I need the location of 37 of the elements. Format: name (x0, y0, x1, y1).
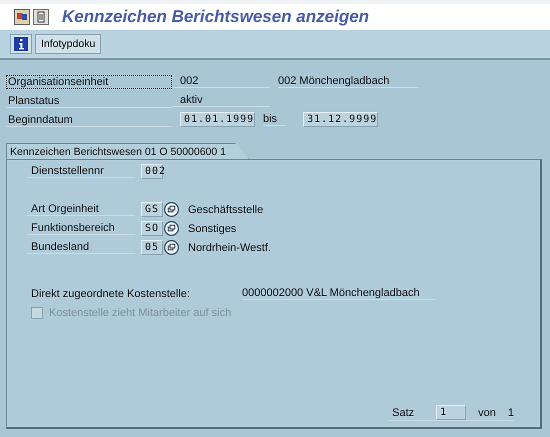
checkbox-label: Kostenstelle zieht Mitarbeiter auf sich (49, 306, 232, 318)
field-label: bis (263, 113, 286, 126)
field-label: von (478, 406, 496, 418)
field-label: Bundesland (27, 241, 135, 254)
field-value: 002 Mönchengladbach (278, 75, 420, 88)
overview-icon[interactable] (14, 9, 30, 25)
field-label: Funktionsbereich (27, 222, 135, 235)
lookup-icon[interactable] (164, 221, 179, 236)
info-button[interactable] (10, 34, 32, 54)
input-field[interactable]: SO (141, 221, 163, 236)
input-field[interactable]: 31.12.9999 (303, 112, 378, 127)
field-label: Organisationseinheit (6, 74, 172, 88)
field-value: 1 (508, 406, 514, 418)
field-value: Nordrhein-Westf. (188, 242, 271, 254)
field-label: Beginndatum (6, 112, 172, 126)
field-label: Planstatus (6, 94, 172, 108)
document-icon[interactable] (33, 9, 49, 25)
field-value: Sonstiges (188, 222, 236, 234)
infotypdoku-button[interactable]: Infotypdoku (35, 34, 102, 54)
field-value: 0000002000 V&L Mönchengladbach (242, 287, 436, 300)
input-field[interactable]: 002 (141, 164, 163, 179)
input-field[interactable]: 1 (436, 405, 466, 420)
lookup-icon[interactable] (164, 240, 179, 255)
input-field[interactable]: 01.01.1999 (180, 112, 255, 127)
tab[interactable]: Kennzeichen Berichtswesen 01 O 50000600 1 (6, 143, 249, 159)
field-value: Geschäftsstelle (188, 204, 264, 216)
field-value: 002 (172, 75, 270, 88)
field-label: Satz (392, 406, 414, 418)
input-field[interactable]: 05 (141, 240, 163, 255)
window-title: Kennzeichen Berichtswesen anzeigen (62, 7, 370, 27)
field-label: Direkt zugeordnete Kostenstelle: (30, 288, 191, 300)
input-field[interactable]: GS (141, 202, 163, 217)
lookup-icon[interactable] (164, 202, 179, 217)
info-icon (14, 37, 28, 51)
field-value: aktiv (172, 94, 270, 107)
field-label: Dienststellennr (27, 165, 135, 178)
field-label: Art Orgeinheit (27, 203, 135, 216)
